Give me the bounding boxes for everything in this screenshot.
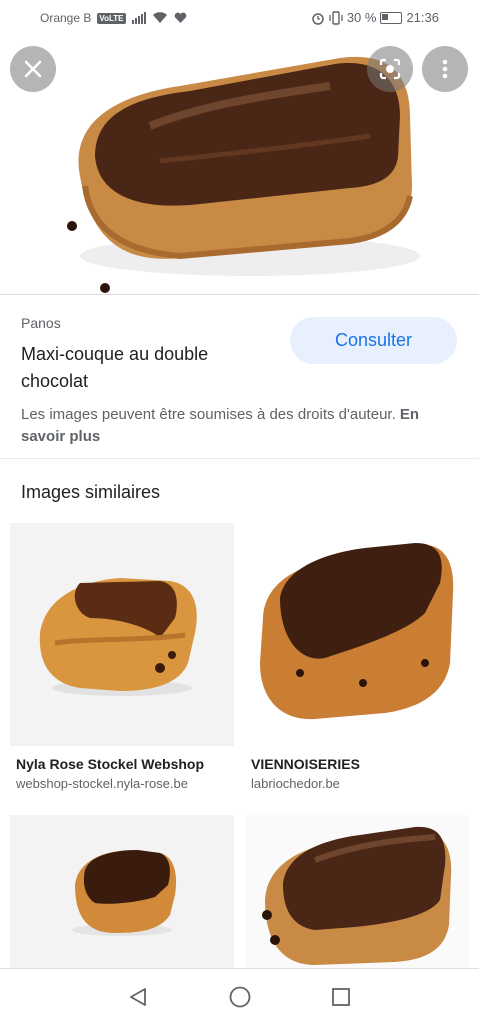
- similar-image-4[interactable]: [245, 815, 469, 968]
- recents-icon: [332, 988, 350, 1006]
- visit-button[interactable]: Consulter: [290, 317, 457, 364]
- hero-image[interactable]: [0, 36, 479, 294]
- back-icon: [130, 988, 146, 1006]
- result-info: Panos Maxi-couque au double chocolat Con…: [0, 296, 479, 458]
- navigation-bar: [0, 968, 479, 1025]
- close-icon: [24, 60, 42, 78]
- wifi-icon: [152, 12, 167, 23]
- similar-image-1[interactable]: [10, 523, 234, 746]
- recents-button[interactable]: [327, 983, 355, 1011]
- status-right: 30 % 21:36: [311, 10, 439, 25]
- volte-badge: VoLTE: [97, 12, 126, 24]
- similar-title-2[interactable]: VIENNOISERIES: [251, 756, 469, 772]
- clock: 21:36: [406, 10, 439, 25]
- pastry-thumb-3: [72, 850, 177, 936]
- similar-domain-1: webshop-stockel.nyla-rose.be: [16, 776, 188, 791]
- battery-icon: [380, 11, 403, 24]
- source-name[interactable]: Panos: [21, 315, 61, 331]
- close-button[interactable]: [10, 46, 56, 92]
- home-button[interactable]: [226, 983, 254, 1011]
- similar-card-1[interactable]: Nyla Rose Stockel Webshop webshop-stocke…: [10, 523, 234, 791]
- copyright-notice: Les images peuvent être soumises à des d…: [21, 404, 441, 448]
- battery-percent: 30 %: [346, 10, 377, 25]
- section-divider: [0, 458, 479, 459]
- similar-card-2[interactable]: VIENNOISERIES labriochedor.be: [245, 523, 469, 791]
- similar-image-3[interactable]: [10, 815, 234, 968]
- similar-card-3[interactable]: [10, 815, 234, 982]
- copyright-text: Les images peuvent être soumises à des d…: [21, 406, 396, 423]
- alarm-icon: [312, 12, 324, 25]
- similar-images-heading: Images similaires: [21, 482, 161, 502]
- pastry-thumb-2: [245, 523, 469, 746]
- image-title[interactable]: Maxi-couque au double chocolat: [21, 341, 271, 395]
- carrier-name: Orange B: [40, 11, 92, 25]
- similar-card-4[interactable]: [245, 815, 469, 982]
- status-left: Orange B VoLTE: [40, 11, 187, 25]
- lens-button[interactable]: [367, 46, 413, 92]
- back-button[interactable]: [124, 983, 152, 1011]
- hero-divider: [0, 294, 479, 295]
- more-vert-icon: [442, 59, 448, 79]
- signal-icon: [131, 12, 146, 24]
- heart-icon: [174, 12, 186, 23]
- home-icon: [229, 986, 251, 1008]
- similar-title-1[interactable]: Nyla Rose Stockel Webshop: [16, 756, 234, 772]
- similar-image-2[interactable]: [245, 523, 469, 746]
- status-bar: Orange B VoLTE 30 % 21:36: [0, 0, 479, 36]
- google-lens-icon: [379, 58, 401, 80]
- more-options-button[interactable]: [422, 46, 468, 92]
- similar-domain-2: labriochedor.be: [251, 776, 340, 791]
- pastry-thumb-4: [262, 826, 452, 965]
- pastry-thumb-1: [39, 578, 197, 696]
- vibrate-icon: [329, 10, 343, 25]
